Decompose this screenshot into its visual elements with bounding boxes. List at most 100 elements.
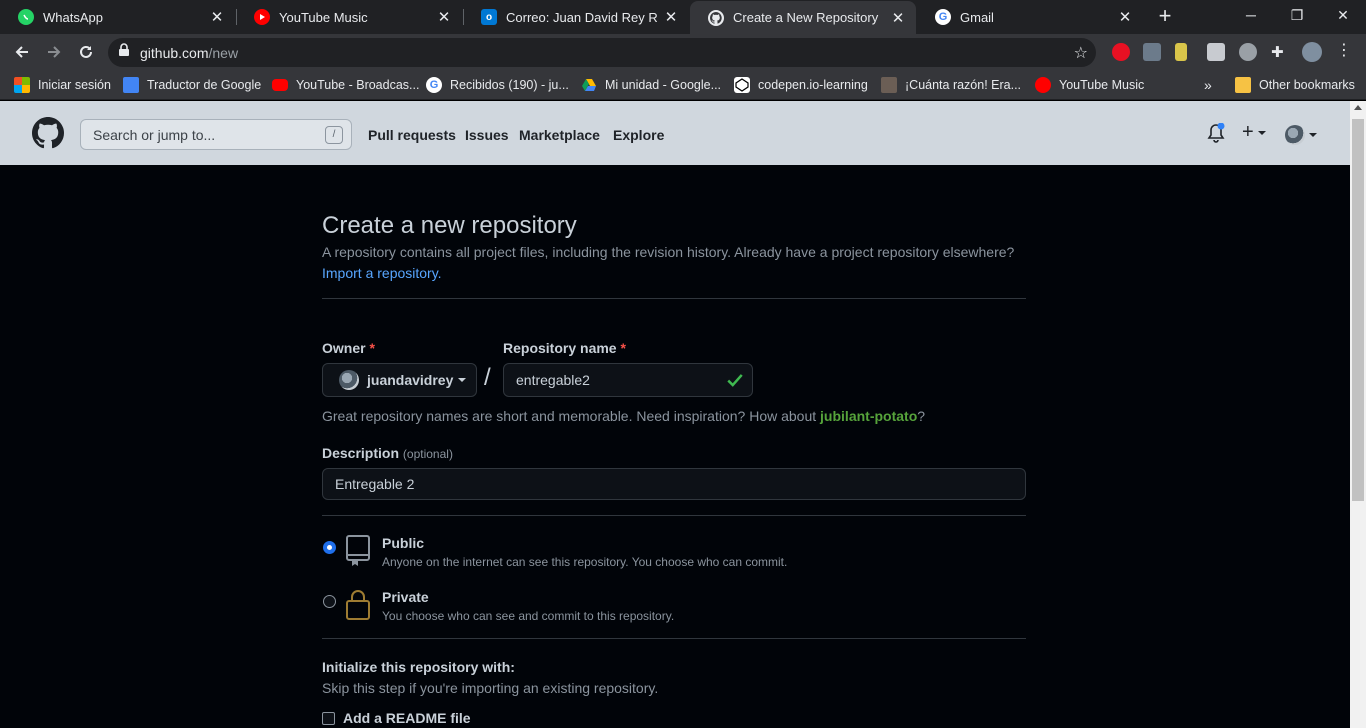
bookmark-label: Iniciar sesión: [38, 78, 111, 92]
scrollbar-thumb[interactable]: [1352, 119, 1364, 501]
extension-icon[interactable]: [1112, 43, 1130, 61]
name-suggestion-link[interactable]: jubilant-potato: [820, 408, 917, 424]
import-repository-link[interactable]: Import a repository.: [322, 265, 442, 281]
tab-gmail[interactable]: G Gmail ✕: [917, 0, 1143, 34]
close-icon[interactable]: ✕: [209, 8, 225, 26]
close-icon[interactable]: ✕: [890, 9, 906, 27]
divider: [322, 298, 1026, 299]
repo-name-label: Repository name *: [503, 340, 626, 356]
bookmark-item[interactable]: Traductor de Google: [123, 76, 261, 94]
readme-checkbox[interactable]: [322, 711, 335, 725]
create-new-button[interactable]: +: [1242, 121, 1266, 144]
nav-marketplace[interactable]: Marketplace: [519, 127, 600, 143]
bookmark-item[interactable]: YouTube - Broadcas...: [272, 76, 419, 94]
github-logo-icon[interactable]: [32, 117, 64, 149]
scrollbar[interactable]: [1350, 101, 1366, 728]
address-bar[interactable]: github.com/new ☆: [108, 38, 1096, 67]
initialize-subtitle: Skip this step if you're importing an ex…: [322, 680, 659, 696]
tab-title: YouTube Music: [279, 9, 368, 25]
restore-icon[interactable]: ❐: [1274, 0, 1320, 30]
window-close-icon[interactable]: ✕: [1320, 0, 1366, 30]
bookmark-label: Mi unidad - Google...: [605, 78, 722, 92]
bookmark-item[interactable]: G Recibidos (190) - ju...: [426, 76, 569, 94]
divider: [322, 638, 1026, 639]
extension-icon[interactable]: [1207, 43, 1225, 61]
bookmark-item[interactable]: Mi unidad - Google...: [581, 76, 721, 94]
bookmark-label: ¡Cuánta razón! Era...: [905, 78, 1022, 92]
bell-icon[interactable]: [1207, 122, 1225, 148]
bookmark-item[interactable]: ¡Cuánta razón! Era...: [881, 76, 1021, 94]
forward-icon[interactable]: [42, 40, 66, 64]
private-title: Private: [382, 589, 429, 605]
menu-icon[interactable]: ⋮: [1336, 40, 1354, 59]
url-path: /new: [208, 44, 239, 61]
bookmark-item[interactable]: Iniciar sesión: [14, 76, 111, 94]
nav-explore[interactable]: Explore: [613, 127, 664, 143]
youtube-icon: [272, 79, 288, 91]
required-mark: *: [369, 340, 375, 356]
reload-icon[interactable]: [74, 40, 98, 64]
bookmark-label: Traductor de Google: [147, 78, 262, 92]
repo-label-text: Repository name: [503, 340, 617, 356]
bookmark-label: Other bookmarks: [1259, 78, 1355, 92]
folder-icon: [1235, 77, 1251, 93]
extension-icon[interactable]: [1239, 43, 1257, 61]
bookmark-item[interactable]: YouTube Music: [1035, 76, 1144, 94]
tab-outlook[interactable]: o Correo: Juan David Rey Reina - ✕: [463, 0, 689, 34]
close-icon[interactable]: ✕: [1117, 8, 1133, 26]
new-tab-button[interactable]: +: [1153, 5, 1177, 29]
back-icon[interactable]: [10, 40, 34, 64]
bookmark-label: YouTube Music: [1059, 78, 1145, 92]
owner-avatar: [339, 370, 359, 390]
readme-option[interactable]: Add a README file: [322, 710, 471, 726]
visibility-public-option[interactable]: Public Anyone on the internet can see th…: [322, 535, 1026, 575]
profile-avatar[interactable]: [1302, 42, 1322, 62]
minimize-icon[interactable]: ─: [1228, 0, 1274, 30]
description-label: Description (optional): [322, 445, 453, 461]
google-drive-icon: [581, 77, 597, 93]
owner-label: Owner *: [322, 340, 375, 356]
whatsapp-icon: [18, 9, 34, 25]
tab-title: Gmail: [960, 9, 994, 25]
tab-whatsapp[interactable]: WhatsApp ✕: [0, 0, 235, 34]
cuanta-razon-icon: [881, 77, 897, 93]
extension-icon[interactable]: [1143, 43, 1161, 61]
github-icon: [708, 9, 724, 26]
repo-icon: [346, 535, 370, 566]
search-input[interactable]: [93, 126, 313, 143]
tab-create-repository[interactable]: Create a New Repository ✕: [690, 1, 916, 34]
star-icon[interactable]: ☆: [1074, 43, 1088, 63]
optional-tag: (optional): [402, 447, 453, 461]
outlook-icon: o: [481, 9, 497, 25]
check-icon: [727, 374, 743, 387]
url-host: github.com: [140, 44, 209, 61]
main-content: Create a new repository A repository con…: [0, 165, 1350, 728]
lock-icon[interactable]: [118, 43, 130, 62]
bookmark-item[interactable]: codepen.io-learning: [734, 76, 868, 94]
google-translate-icon: [123, 77, 139, 93]
owner-dropdown[interactable]: juandavidrey: [322, 363, 477, 397]
description-input[interactable]: [322, 468, 1026, 500]
private-description: You choose who can see and commit to thi…: [382, 609, 675, 623]
other-bookmarks[interactable]: Other bookmarks: [1235, 76, 1355, 94]
scroll-up-icon[interactable]: [1354, 105, 1362, 110]
close-icon[interactable]: ✕: [436, 8, 452, 26]
close-icon[interactable]: ✕: [663, 8, 679, 26]
repository-name-input[interactable]: [503, 363, 753, 397]
tab-title: Create a New Repository: [733, 10, 879, 25]
extension-icon[interactable]: [1175, 43, 1187, 61]
github-header: / Pull requests Issues Marketplace Explo…: [0, 101, 1350, 165]
tab-title: WhatsApp: [43, 9, 103, 25]
more-bookmarks-button[interactable]: »: [1204, 76, 1212, 94]
public-radio[interactable]: [323, 541, 336, 554]
google-icon: G: [935, 9, 951, 25]
user-avatar[interactable]: [1285, 125, 1317, 145]
hint-suffix: ?: [917, 408, 926, 424]
nav-issues[interactable]: Issues: [465, 127, 509, 143]
nav-pull-requests[interactable]: Pull requests: [368, 127, 456, 143]
tab-youtube-music[interactable]: YouTube Music ✕: [236, 0, 462, 34]
puzzle-icon[interactable]: ✚: [1271, 43, 1289, 61]
private-radio[interactable]: [323, 595, 336, 608]
search-box[interactable]: /: [80, 119, 352, 150]
visibility-private-option[interactable]: Private You choose who can see and commi…: [322, 589, 1026, 629]
